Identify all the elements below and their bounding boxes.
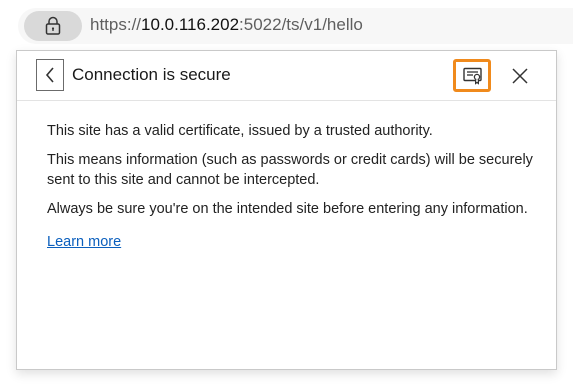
url-path: :5022/ts/v1/hello <box>239 15 363 34</box>
url-host: 10.0.116.202 <box>141 15 240 34</box>
site-info-button[interactable] <box>24 11 82 41</box>
url-scheme: https:// <box>90 15 142 34</box>
advice-text: Always be sure you're on the intended si… <box>47 201 528 217</box>
toolbar: https://10.0.116.202:5022/ts/v1/hello <box>0 0 573 50</box>
close-button[interactable] <box>505 61 535 91</box>
close-icon <box>512 68 528 84</box>
popup-body: This site has a valid certificate, issue… <box>47 121 542 252</box>
connection-info-popup: Connection is secure This site has a val… <box>16 50 557 370</box>
url-text[interactable]: https://10.0.116.202:5022/ts/v1/hello <box>90 15 363 35</box>
lock-icon <box>45 16 61 35</box>
back-button[interactable] <box>36 59 64 91</box>
chevron-left-icon <box>45 67 54 83</box>
popup-header: Connection is secure <box>17 51 556 101</box>
certificate-valid-text: This site has a valid certificate, issue… <box>47 123 433 139</box>
learn-more-link[interactable]: Learn more <box>47 232 121 252</box>
secure-info-text: This means information (such as password… <box>47 152 533 188</box>
popup-title: Connection is secure <box>72 65 231 84</box>
certificate-button[interactable] <box>453 59 491 92</box>
certificate-icon <box>463 67 482 85</box>
browser-window: https://10.0.116.202:5022/ts/v1/hello Co… <box>0 0 573 387</box>
